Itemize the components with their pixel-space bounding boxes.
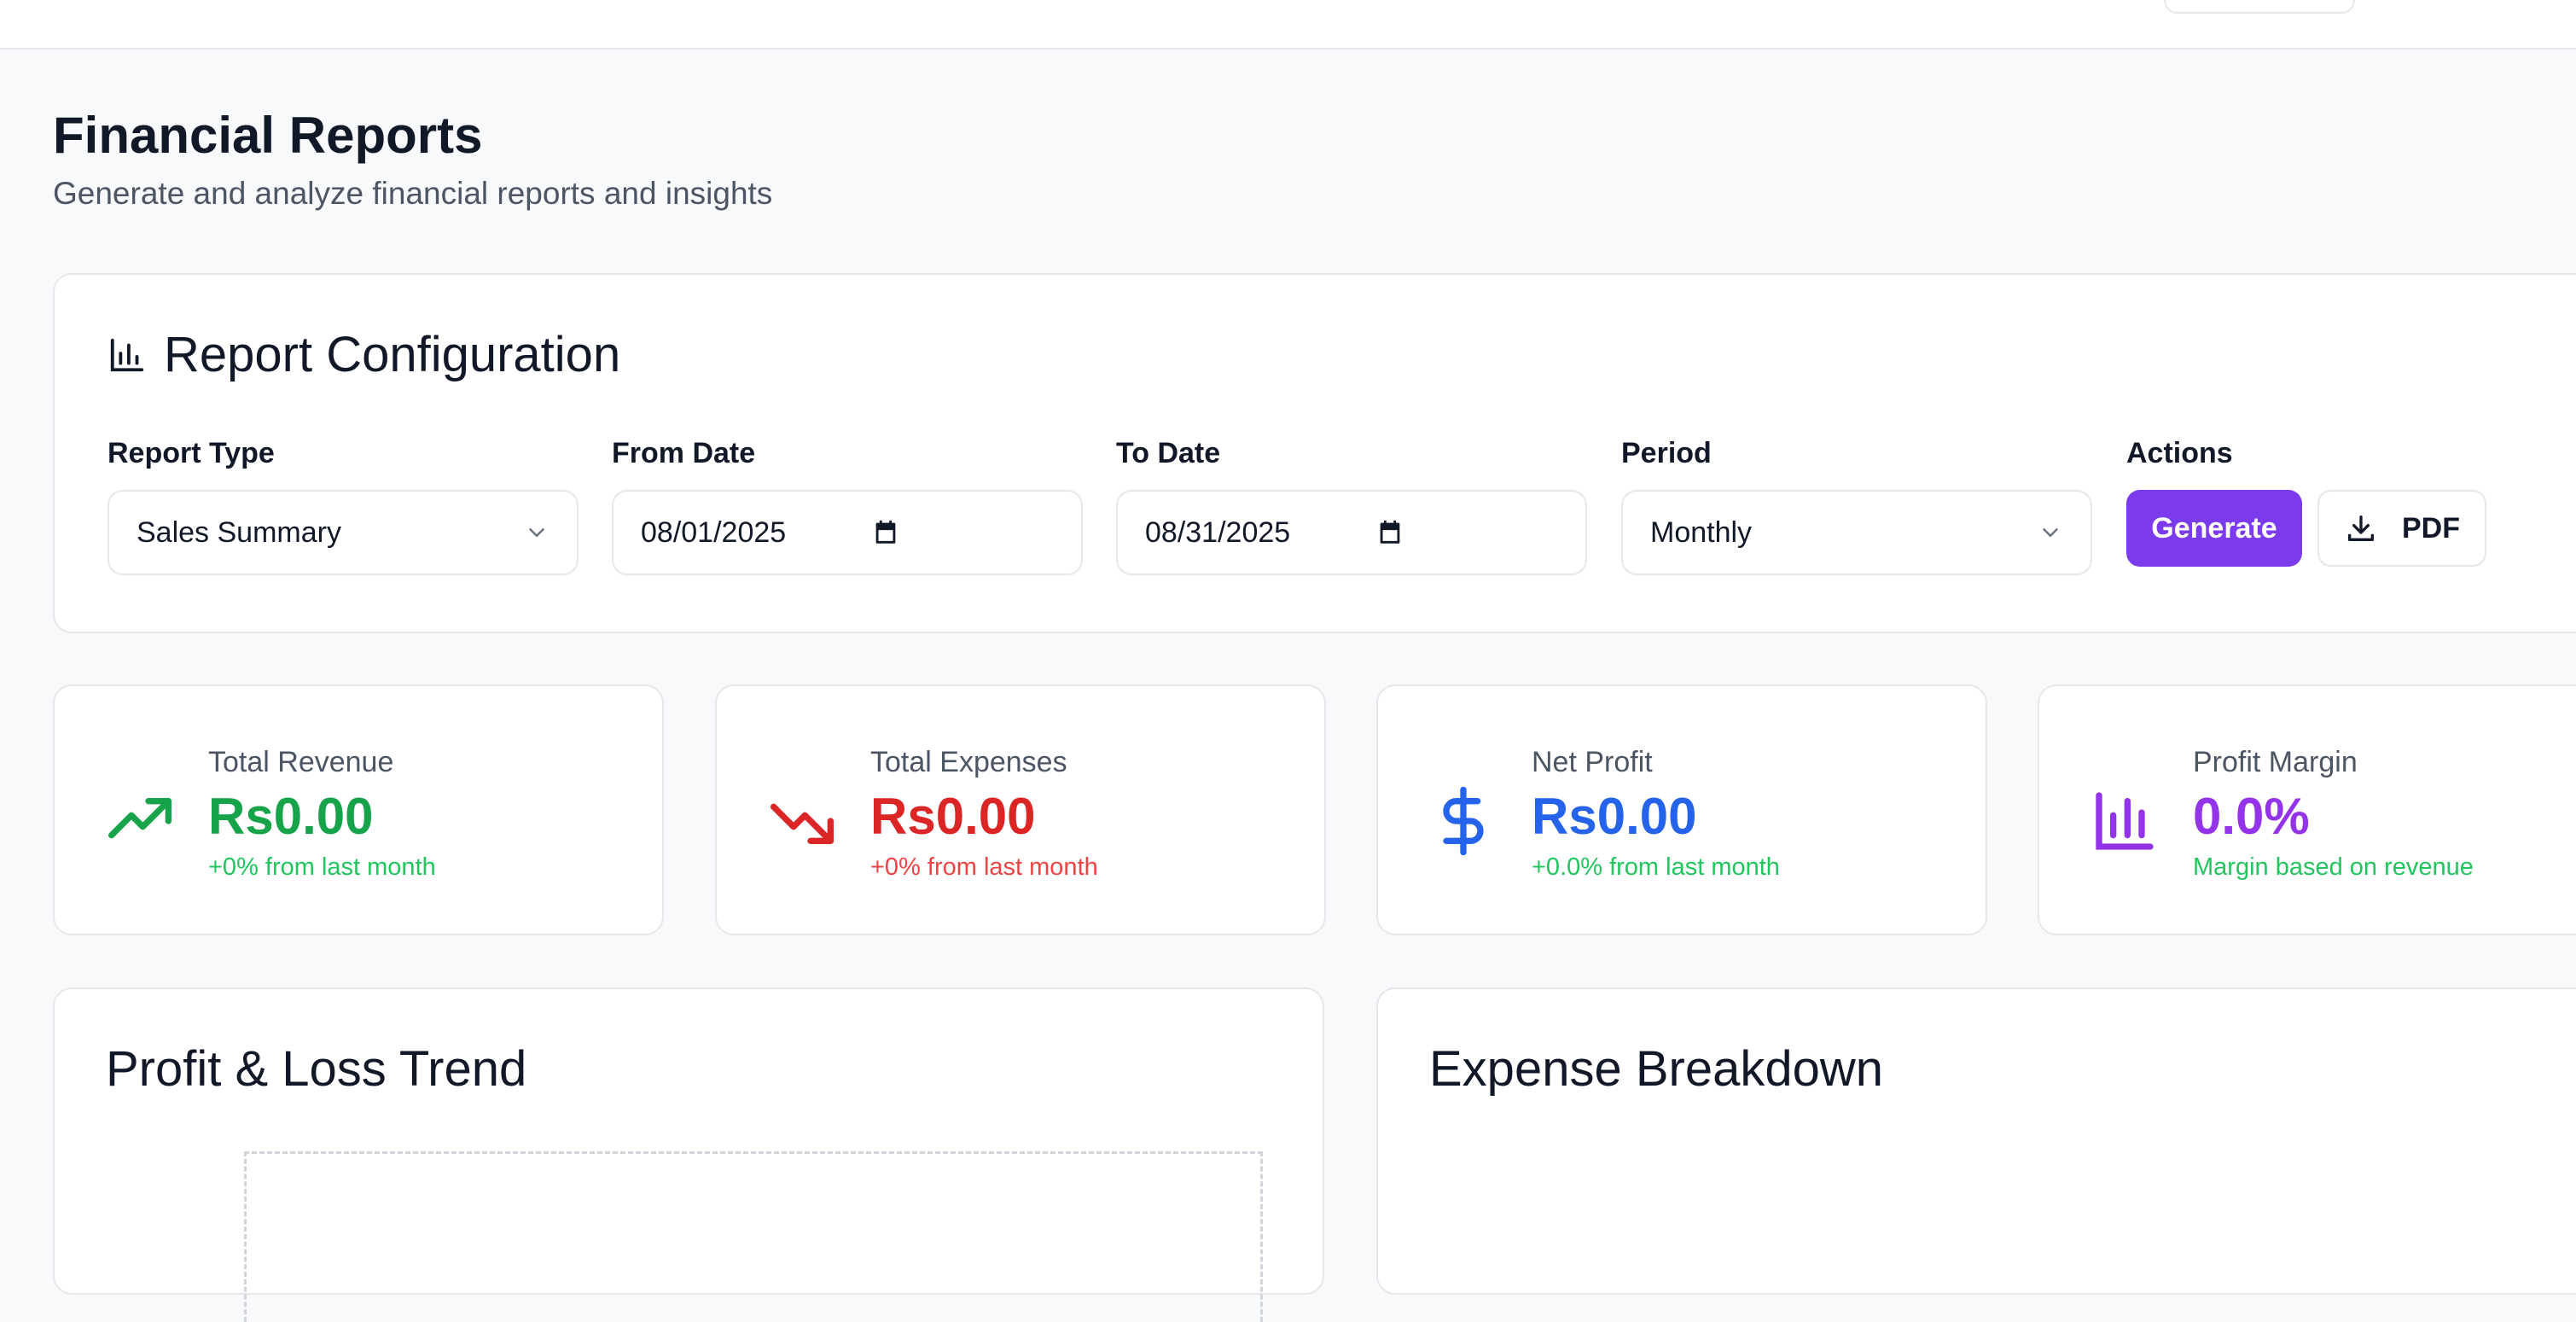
profit-loss-trend-chart-area [244,1151,1263,1322]
page-subtitle: Generate and analyze financial reports a… [53,176,773,211]
to-date-input[interactable]: 08/31/2025 [1116,490,1587,575]
actions-label: Actions [2126,437,2233,469]
report-type-value: Sales Summary [137,515,341,549]
period-value: Monthly [1650,515,1753,549]
stat-note: +0% from last month [870,853,1098,881]
report-type-label: Report Type [108,437,275,469]
page-title: Financial Reports [53,107,483,164]
stat-note: Margin based on revenue [2193,853,2474,881]
period-select[interactable]: Monthly [1621,490,2092,575]
pdf-label: PDF [2402,511,2460,545]
stat-label: Total Expenses [870,746,1067,778]
dollar-icon [1443,787,1484,855]
period-field: Period Monthly [1621,437,2092,575]
stat-card-profit-margin: Profit Margin 0.0% Margin based on reven… [2038,684,2576,935]
stat-card-total-expenses: Total Expenses Rs0.00 +0% from last mont… [715,684,1326,935]
report-configuration-card: Report Configuration Report Type Sales S… [53,273,2576,633]
report-configuration-header: Report Configuration [108,326,620,383]
stat-value: Rs0.00 [208,788,374,845]
stat-note: +0.0% from last month [1532,853,1780,881]
chevron-down-icon [2043,528,2058,537]
chevron-down-icon [529,528,544,537]
actions-field: Actions Generate PDF [2126,437,2486,567]
from-date-field: From Date 08/01/2025 [612,437,1083,575]
bar-chart-icon [110,338,144,371]
to-date-label: To Date [1116,437,1221,469]
expense-breakdown-card: Expense Breakdown [1376,987,2576,1295]
stat-label: Total Revenue [208,746,394,778]
report-type-select[interactable]: Sales Summary [108,490,579,575]
period-label: Period [1621,437,1712,469]
trending-down-icon [770,803,834,844]
bar-chart-icon [2096,792,2154,850]
calendar-icon[interactable] [1375,518,1404,547]
pdf-download-button[interactable]: PDF [2317,490,2486,567]
stat-label: Net Profit [1532,746,1653,778]
stat-value: 0.0% [2193,788,2310,845]
profit-loss-trend-title: Profit & Loss Trend [106,1041,527,1097]
from-date-label: From Date [612,437,756,469]
download-icon [2348,515,2374,541]
stat-value: Rs0.00 [870,788,1036,845]
generate-button[interactable]: Generate [2126,490,2302,567]
from-date-value: 08/01/2025 [641,515,787,549]
top-bar [0,0,2576,50]
stat-label: Profit Margin [2193,746,2358,778]
top-bar-button[interactable] [2164,0,2355,14]
stat-value: Rs0.00 [1532,788,1697,845]
stat-card-net-profit: Net Profit Rs0.00 +0.0% from last month [1376,684,1987,935]
trending-up-icon [108,798,172,839]
expense-breakdown-title: Expense Breakdown [1429,1041,1883,1097]
calendar-icon[interactable] [871,518,900,547]
to-date-field: To Date 08/31/2025 [1116,437,1587,575]
profit-loss-trend-card: Profit & Loss Trend [53,987,1324,1322]
stat-note: +0% from last month [208,853,436,881]
to-date-value: 08/31/2025 [1145,515,1291,549]
report-configuration-title: Report Configuration [164,327,621,382]
report-type-field: Report Type Sales Summary [108,437,579,575]
from-date-input[interactable]: 08/01/2025 [612,490,1083,575]
stat-card-total-revenue: Total Revenue Rs0.00 +0% from last month [53,684,664,935]
